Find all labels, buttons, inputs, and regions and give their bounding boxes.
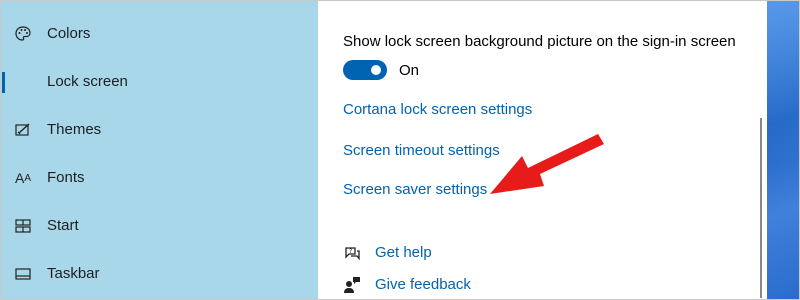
sign-in-background-setting-label: Show lock screen background picture on t… — [343, 33, 736, 50]
get-help-label: Get help — [375, 244, 432, 261]
sidebar-item-themes[interactable]: Themes — [1, 110, 318, 150]
sidebar-item-label: Lock screen — [47, 73, 128, 90]
sidebar-item-label: Start — [47, 217, 79, 234]
sidebar-item-label: Fonts — [47, 169, 85, 186]
themes-icon — [14, 121, 32, 139]
give-feedback-label: Give feedback — [375, 276, 471, 293]
get-help-link[interactable]: ? Get help — [343, 242, 432, 264]
taskbar-icon — [14, 265, 32, 283]
selection-indicator — [2, 72, 5, 93]
sidebar-item-label: Themes — [47, 121, 102, 138]
sidebar-item-start[interactable]: Start — [1, 206, 318, 246]
content-scrollbar[interactable] — [760, 118, 762, 298]
sidebar-item-label: Taskbar — [47, 265, 100, 282]
desktop-background — [767, 1, 799, 299]
svg-text:?: ? — [349, 248, 352, 255]
sidebar-item-lock-screen[interactable]: Lock screen — [1, 62, 318, 102]
get-help-icon: ? — [343, 244, 361, 262]
sidebar-item-colors[interactable]: Colors — [1, 14, 318, 54]
start-icon — [14, 217, 32, 235]
screen-timeout-settings-link[interactable]: Screen timeout settings — [343, 142, 500, 160]
settings-sidebar: Colors Lock screen Themes AA Fonts Start… — [1, 1, 318, 299]
sidebar-item-fonts[interactable]: AA Fonts — [1, 158, 318, 198]
fonts-icon-small: A — [24, 172, 31, 184]
feedback-person-icon — [343, 276, 361, 294]
sidebar-item-label: Colors — [47, 25, 91, 42]
sidebar-item-taskbar[interactable]: Taskbar — [1, 254, 318, 294]
fonts-icon: AA — [14, 169, 32, 187]
toggle-knob — [371, 65, 381, 75]
toggle-state-label: On — [399, 62, 420, 79]
palette-icon — [14, 25, 32, 43]
fonts-icon-glyph: A — [14, 170, 25, 186]
cortana-lock-screen-settings-link[interactable]: Cortana lock screen settings — [343, 101, 532, 119]
give-feedback-link[interactable]: Give feedback — [343, 274, 471, 296]
screen-saver-settings-link[interactable]: Screen saver settings — [343, 181, 487, 199]
sign-in-background-toggle[interactable] — [343, 60, 387, 80]
desktop-light-rays — [767, 1, 799, 299]
